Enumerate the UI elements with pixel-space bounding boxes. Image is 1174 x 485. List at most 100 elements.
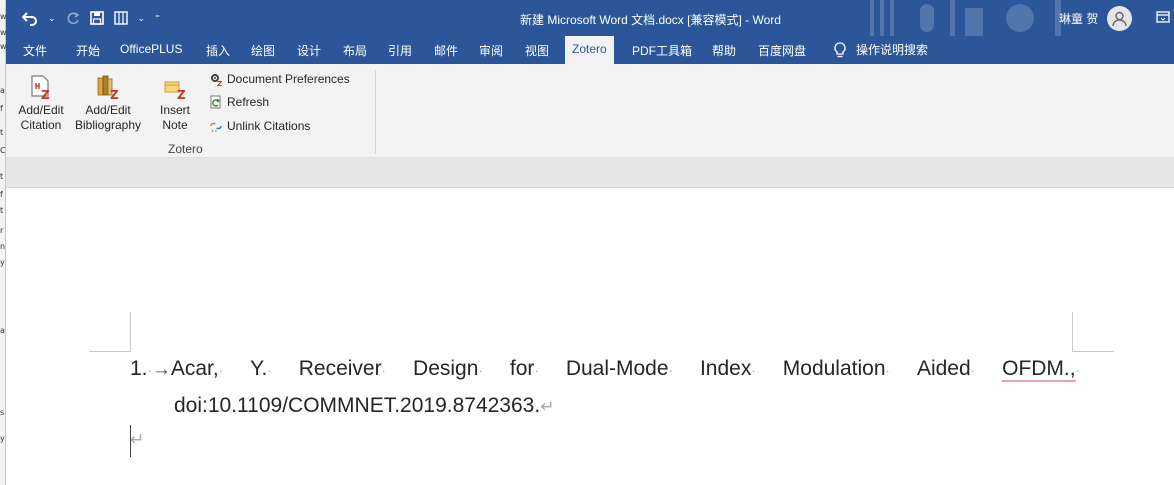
ribbon-tab-bar: 文件 开始 OfficePLUS 插入 绘图 设计 布局 引用 邮件 审阅 视图… (0, 36, 1174, 64)
tab-baidu-netdisk[interactable]: 百度网盘 (758, 42, 806, 59)
tab-help[interactable]: 帮助 (712, 42, 736, 59)
spellcheck-word[interactable]: OFDM., (1002, 357, 1076, 382)
word: Aided (916, 357, 971, 380)
tab-officeplus[interactable]: OfficePLUS (120, 42, 182, 56)
tab-home[interactable]: 开始 (76, 42, 100, 59)
insert-note-label-2: Note (162, 118, 188, 132)
edge-letter: C (0, 146, 6, 155)
edge-letter: w (0, 42, 7, 51)
note-icon: Z (164, 81, 186, 100)
unlink-citations-label: Unlink Citations (227, 119, 311, 133)
word: Index (699, 357, 752, 380)
space-mark: · (267, 363, 272, 378)
edge-letter: t (0, 128, 4, 137)
word-group: Receiver· (299, 357, 386, 381)
tell-me-search[interactable]: 操作说明搜索 (833, 41, 928, 58)
crop-mark-top-right-h (1072, 351, 1114, 352)
edge-letter: t (0, 206, 4, 215)
tab-review[interactable]: 审阅 (479, 42, 503, 59)
space-mark: · (751, 363, 756, 378)
edge-letter: a (0, 86, 5, 95)
tab-layout[interactable]: 布局 (343, 42, 367, 59)
insert-note-label-1: Insert (159, 103, 190, 117)
refresh-icon (210, 95, 221, 109)
bibliography-icon: Z (97, 75, 119, 100)
layout-dropdown-icon[interactable]: ⌄ (138, 13, 146, 24)
svg-text:Z: Z (177, 88, 186, 100)
word-group: Design· (413, 357, 483, 381)
save-icon[interactable] (89, 11, 104, 25)
ruler-band (0, 158, 1174, 188)
bibliography-entry-line-2[interactable]: doi:10.1109/COMMNET.2019.8742363.↵ (174, 394, 554, 418)
word-group: OFDM.,· (1002, 357, 1080, 382)
user-icon (1112, 11, 1127, 27)
add-edit-citation-label-1: Add/Edit (18, 103, 64, 117)
document-title: 新建 Microsoft Word 文档.docx [兼容模式] - Word (520, 13, 781, 27)
word-window: ⌄ ⌄ ⁼ 新建 Microsoft Word 文档.docx [兼容模式] -… (0, 0, 1174, 485)
paragraph-mark: ↵ (540, 397, 555, 416)
tab-mark: → (151, 359, 171, 380)
edge-letter: f (0, 190, 3, 199)
add-edit-citation-button[interactable]: Z Add/Edit Citation (14, 74, 68, 133)
refresh-button[interactable]: Refresh (209, 95, 269, 109)
tab-pdf-toolbox[interactable]: PDF工具箱 (632, 42, 692, 59)
entry-number-group: 1.·→Acar,· (130, 357, 223, 381)
entry-number: 1. (130, 357, 148, 380)
undo-icon[interactable] (22, 10, 38, 26)
edge-letter: r (0, 226, 4, 235)
add-edit-bibliography-button[interactable]: Z Add/Edit Bibliography (70, 74, 146, 133)
group-separator (375, 70, 376, 154)
redo-icon[interactable] (66, 11, 80, 25)
edge-letter: w (0, 28, 7, 37)
undo-dropdown-icon[interactable]: ⌄ (48, 13, 56, 24)
space-mark: · (218, 363, 224, 378)
word-author: Acar, (170, 357, 219, 380)
user-name[interactable]: 琳童 贺 (1059, 10, 1098, 27)
customize-qat-icon[interactable]: ⁼ (155, 13, 160, 24)
space-mark: · (970, 363, 976, 378)
zotero-ribbon: Z Add/Edit Citation Z Add/Edit Bibliogra… (0, 64, 1174, 158)
empty-paragraph[interactable]: ↵ (130, 427, 144, 451)
unlink-citations-button[interactable]: Unlink Citations (209, 119, 310, 133)
svg-text:Z: Z (41, 88, 50, 100)
paragraph-mark: ↵ (130, 430, 145, 449)
crop-mark-top-right (1072, 312, 1073, 352)
lightbulb-icon (834, 41, 846, 57)
tab-references[interactable]: 引用 (388, 42, 412, 59)
tab-file[interactable]: 文件 (23, 42, 47, 59)
gear-icon: Z (211, 74, 222, 86)
svg-text:Z: Z (110, 88, 119, 100)
layout-icon[interactable] (113, 11, 128, 25)
citation-icon: Z (31, 75, 50, 100)
word: Dual-Mode (565, 357, 669, 380)
zotero-group-label: Zotero (168, 142, 203, 156)
tab-draw[interactable]: 绘图 (251, 42, 275, 59)
tell-me-label: 操作说明搜索 (856, 43, 929, 57)
doi-text: doi:10.1109/COMMNET.2019.8742363. (174, 394, 541, 417)
document-area[interactable]: 1.·→Acar,· Y.· Receiver· Design· for· Du… (0, 189, 1174, 485)
space-mark: · (478, 363, 483, 378)
tab-mailings[interactable]: 邮件 (434, 42, 458, 59)
space-mark: · (381, 363, 386, 378)
word-group: Modulation· (783, 357, 890, 381)
crop-mark-top-left-h (89, 351, 131, 352)
background-window-edge: w w w a f t C t f t r n y a s y (0, 0, 7, 485)
ribbon-display-options-icon[interactable] (1156, 10, 1170, 24)
insert-note-button[interactable]: Z Insert Note (155, 74, 195, 133)
add-edit-citation-label-2: Citation (20, 118, 62, 132)
tab-insert[interactable]: 插入 (206, 42, 230, 59)
title-bar: ⌄ ⌄ ⁼ 新建 Microsoft Word 文档.docx [兼容模式] -… (0, 0, 1174, 36)
word-group: for· (510, 357, 539, 381)
unlink-icon (210, 122, 222, 133)
document-preferences-button[interactable]: Z Document Preferences (209, 72, 350, 86)
avatar[interactable] (1107, 6, 1132, 31)
space-mark: · (534, 363, 539, 378)
bibliography-entry-line-1[interactable]: 1.·→Acar,· Y.· Receiver· Design· for· Du… (130, 357, 1080, 382)
quick-access-toolbar: ⌄ ⌄ ⁼ (22, 6, 160, 30)
edge-letter: s (0, 408, 5, 417)
tab-design[interactable]: 设计 (297, 42, 321, 59)
space-mark: · (885, 363, 890, 378)
tab-zotero[interactable]: Zotero (565, 36, 614, 64)
tab-view[interactable]: 视图 (525, 42, 549, 59)
edge-letter: w (0, 12, 7, 21)
